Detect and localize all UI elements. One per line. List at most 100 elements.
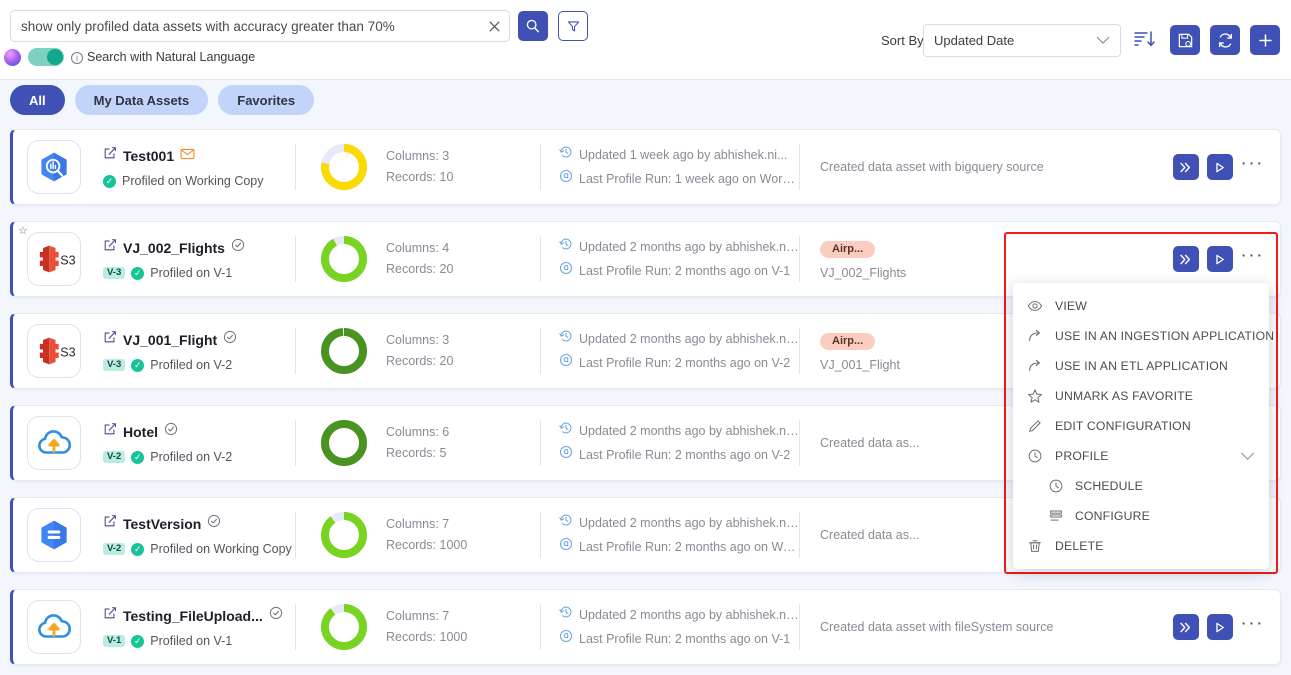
- refresh-icon: [1217, 32, 1234, 49]
- data-asset-card[interactable]: Test001 ✓ Profiled on Working Copy Colum…: [10, 129, 1281, 205]
- version-badge: V-2: [103, 543, 125, 556]
- description-column: Airp... VJ_002_Flights: [820, 239, 1082, 280]
- edit-square-icon[interactable]: [103, 238, 117, 257]
- context-menu-item-label: USE IN AN INGESTION APPLICATION: [1055, 329, 1274, 343]
- column-divider: [540, 328, 541, 374]
- context-menu-item-use-in-an-etl-application[interactable]: USE IN AN ETL APPLICATION: [1013, 351, 1269, 381]
- arrow-redo-icon: [1027, 358, 1043, 374]
- last-profile-text: Last Profile Run: 2 months ago on V-2: [579, 443, 790, 467]
- natural-language-toggle[interactable]: [28, 48, 64, 66]
- edit-square-icon: [103, 330, 117, 344]
- row-actions: ···: [1173, 154, 1264, 180]
- history-icon: [559, 419, 573, 443]
- add-data-asset-button[interactable]: [1250, 25, 1280, 55]
- pencil-icon: [1027, 418, 1043, 434]
- records-count: Records: 1000: [386, 535, 467, 556]
- search-input[interactable]: [11, 11, 479, 41]
- profiled-check-icon: ✓: [131, 359, 144, 372]
- asset-name: Test001: [123, 148, 174, 164]
- columns-count: Columns: 7: [386, 514, 467, 535]
- metric-texts: Columns: 7 Records: 1000: [386, 514, 467, 556]
- more-options-button[interactable]: ···: [1241, 619, 1264, 636]
- check-circle-icon: [231, 238, 245, 252]
- accuracy-donut-chart: [318, 509, 370, 561]
- data-asset-card[interactable]: Testing_FileUpload... V-1 ✓ Profiled on …: [10, 589, 1281, 665]
- columns-count: Columns: 6: [386, 422, 449, 443]
- more-options-button[interactable]: ···: [1241, 159, 1264, 176]
- tab-my-data-assets[interactable]: My Data Assets: [75, 85, 209, 115]
- column-divider: [799, 144, 800, 190]
- bigtable-icon: [27, 508, 81, 562]
- refresh-button[interactable]: [1210, 25, 1240, 55]
- tag-badge[interactable]: Airp...: [820, 333, 875, 350]
- profile-run-icon: [559, 629, 573, 643]
- updated-text: Updated 2 months ago by abhishek.ni...: [579, 511, 799, 535]
- asset-name-column: Test001 ✓ Profiled on Working Copy: [103, 146, 295, 188]
- context-menu-item-use-in-an-ingestion-application[interactable]: USE IN AN INGESTION APPLICATION: [1013, 321, 1269, 351]
- save-settings-button[interactable]: [1170, 25, 1200, 55]
- edit-square-icon: [103, 606, 117, 620]
- clear-search-icon[interactable]: [479, 11, 509, 41]
- context-menu-item-schedule[interactable]: SCHEDULE: [1013, 471, 1269, 501]
- ai-orb-icon: [4, 49, 21, 66]
- version-badge: V-3: [103, 267, 125, 280]
- history-icon: [559, 327, 573, 351]
- sort-by-select[interactable]: Updated Date: [923, 24, 1121, 57]
- run-profile-button[interactable]: [1207, 246, 1233, 272]
- clock-icon: [1027, 448, 1043, 464]
- context-menu-item-edit-configuration[interactable]: EDIT CONFIGURATION: [1013, 411, 1269, 441]
- more-options-button[interactable]: ···: [1241, 251, 1264, 268]
- filter-button[interactable]: [558, 11, 588, 41]
- context-menu-item-delete[interactable]: DELETE: [1013, 531, 1269, 561]
- run-ingestion-button[interactable]: [1173, 614, 1199, 640]
- profile-run-icon: [559, 167, 573, 191]
- accuracy-donut-chart: [318, 601, 370, 653]
- asset-name: Hotel: [123, 424, 158, 440]
- check-circle-icon: [164, 422, 178, 441]
- envelope-icon: [180, 148, 195, 160]
- run-profile-button[interactable]: [1207, 614, 1233, 640]
- asset-name-column: Hotel V-2 ✓ Profiled on V-2: [103, 422, 295, 464]
- edit-square-icon[interactable]: [103, 146, 117, 165]
- history-icon: [559, 513, 573, 527]
- edit-square-icon[interactable]: [103, 606, 117, 625]
- tab-favorites[interactable]: Favorites: [218, 85, 314, 115]
- asset-name-column: VJ_002_Flights V-3 ✓ Profiled on V-1: [103, 238, 295, 280]
- run-ingestion-button[interactable]: [1173, 246, 1199, 272]
- asset-name-column: VJ_001_Flight V-3 ✓ Profiled on V-2: [103, 330, 295, 372]
- context-menu-item-unmark-as-favorite[interactable]: UNMARK AS FAVORITE: [1013, 381, 1269, 411]
- filter-icon: [566, 19, 581, 34]
- profile-run-icon: [559, 627, 573, 651]
- tab-all[interactable]: All: [10, 85, 65, 115]
- last-profile-text: Last Profile Run: 2 months ago on V-1: [579, 627, 790, 651]
- context-menu-item-configure[interactable]: CONFIGURE: [1013, 501, 1269, 531]
- edit-square-icon[interactable]: [103, 422, 117, 441]
- tag-badge[interactable]: Airp...: [820, 241, 875, 258]
- chevron-down-icon: [1096, 36, 1110, 45]
- edit-square-icon[interactable]: [103, 330, 117, 349]
- run-profile-button[interactable]: [1207, 154, 1233, 180]
- profile-run-icon: [559, 351, 573, 375]
- chevron-down-icon: [1240, 452, 1255, 461]
- run-ingestion-button[interactable]: [1173, 154, 1199, 180]
- edit-square-icon[interactable]: [103, 514, 117, 533]
- search-button[interactable]: [518, 11, 548, 41]
- sort-order-button[interactable]: [1131, 26, 1157, 57]
- profiled-status: Profiled on Working Copy: [122, 174, 264, 188]
- context-menu-item-view[interactable]: VIEW: [1013, 291, 1269, 321]
- profile-run-icon: [559, 537, 573, 551]
- profile-run-icon: [559, 259, 573, 283]
- records-count: Records: 10: [386, 167, 453, 188]
- favorite-star-icon[interactable]: ☆: [18, 224, 28, 237]
- version-badge: V-2: [103, 451, 125, 464]
- timestamps-column: Updated 2 months ago by abhishek.ni... L…: [559, 511, 799, 559]
- columns-count: Columns: 4: [386, 238, 453, 259]
- natural-language-label-wrap: iSearch with Natural Language: [71, 50, 255, 64]
- search-box[interactable]: [10, 10, 510, 42]
- timestamps-column: Updated 2 months ago by abhishek.ni... L…: [559, 327, 799, 375]
- context-menu-item-profile[interactable]: PROFILE: [1013, 441, 1269, 471]
- last-profile-text: Last Profile Run: 2 months ago on Wo...: [579, 535, 799, 559]
- tag-subtitle: VJ_002_Flights: [820, 266, 1082, 280]
- profiled-status: Profiled on V-2: [150, 358, 232, 372]
- svg-text:S3: S3: [60, 346, 75, 360]
